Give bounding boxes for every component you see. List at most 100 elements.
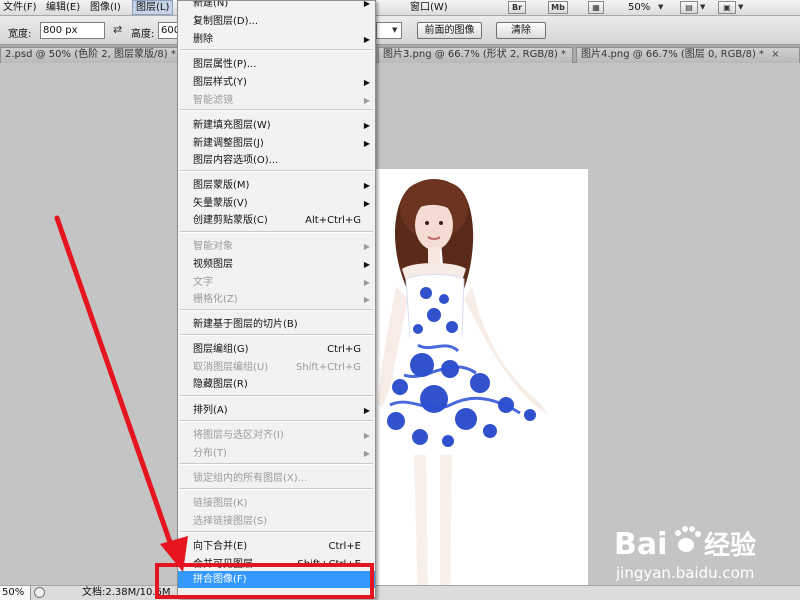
menu-item-shortcut: Shift+Ctrl+G bbox=[295, 362, 361, 373]
options-bar: 宽度: 800 px ⇄ 高度: 600 ▼ 前面的图像 清除 bbox=[0, 16, 800, 45]
menu-separator bbox=[180, 109, 373, 111]
menu-file[interactable]: 文件(F) bbox=[0, 0, 40, 15]
chevron-down-icon[interactable]: ▼ bbox=[700, 3, 705, 11]
menu-item-label: 智能对象 bbox=[193, 241, 233, 252]
layer-menu-item[interactable]: 创建剪贴蒙版(C) Alt+Ctrl+G bbox=[178, 212, 375, 229]
tab-label: 2.psd @ 50% (色阶 2, 图层蒙版/8) * bbox=[5, 49, 176, 60]
menu-item-label: 新建基于图层的切片(B) bbox=[193, 319, 298, 330]
arrange-documents-icon[interactable]: ▤ bbox=[680, 1, 698, 14]
menu-item-label: 文字 bbox=[193, 277, 213, 288]
layer-menu-item[interactable]: 图层编组(G) Ctrl+G bbox=[178, 341, 375, 358]
submenu-arrow-icon: ▶ bbox=[363, 199, 370, 208]
submenu-arrow-icon: ▶ bbox=[363, 295, 370, 304]
mini-bridge-icon[interactable]: Mb bbox=[548, 1, 568, 14]
menu-item-label: 新建填充图层(W) bbox=[193, 120, 271, 131]
menu-item-shortcut: Ctrl+E bbox=[328, 541, 362, 552]
layer-menu-item[interactable]: 删除 ▶ bbox=[178, 31, 375, 48]
document-tab[interactable]: 图片3.png @ 66.7% (形状 2, RGB/8) * × bbox=[378, 47, 573, 63]
menu-item-label: 将图层与选区对齐(I) bbox=[193, 430, 284, 441]
screen-mode-icon[interactable]: ▣ bbox=[718, 1, 736, 14]
menu-item-label: 锁定组内的所有图层(X)... bbox=[193, 473, 308, 484]
tab-label: 图片4.png @ 66.7% (图层 0, RGB/8) * bbox=[581, 49, 765, 60]
layer-menu-item[interactable]: 图层蒙版(M) ▶ bbox=[178, 177, 375, 194]
layer-menu-item: 链接图层(K) bbox=[178, 495, 375, 512]
menu-item-label: 排列(A) bbox=[193, 405, 228, 416]
view-extras-icon[interactable]: ▦ bbox=[588, 1, 604, 14]
layer-menu-item[interactable]: 图层样式(Y) ▶ bbox=[178, 74, 375, 91]
menu-item-label: 选择链接图层(S) bbox=[193, 516, 268, 527]
submenu-arrow-icon: ▶ bbox=[363, 431, 370, 440]
menu-separator bbox=[180, 334, 373, 336]
menu-image[interactable]: 图像(I) bbox=[87, 0, 124, 15]
menu-item-label: 分布(T) bbox=[193, 448, 227, 459]
chevron-down-icon[interactable]: ▼ bbox=[738, 3, 743, 11]
submenu-arrow-icon: ▶ bbox=[363, 181, 370, 190]
menu-separator bbox=[180, 420, 373, 422]
menu-item-label: 图层属性(P)... bbox=[193, 59, 257, 70]
menu-item-label: 视频图层 bbox=[193, 259, 233, 270]
menu-item-label: 复制图层(D)... bbox=[193, 16, 259, 27]
layer-menu-item[interactable]: 视频图层 ▶ bbox=[178, 256, 375, 273]
document-tab[interactable]: 图片4.png @ 66.7% (图层 0, RGB/8) * × bbox=[576, 47, 800, 63]
swap-icon[interactable]: ⇄ bbox=[113, 23, 122, 36]
menu-item-label: 链接图层(K) bbox=[193, 498, 248, 509]
submenu-arrow-icon: ▶ bbox=[363, 139, 370, 148]
submenu-arrow-icon: ▶ bbox=[363, 260, 370, 269]
zoom-level[interactable]: 50% bbox=[625, 0, 653, 15]
close-icon[interactable]: × bbox=[771, 49, 779, 60]
canvas-area[interactable] bbox=[0, 63, 800, 600]
layer-menu-item: 取消图层编组(U) Shift+Ctrl+G bbox=[178, 359, 375, 376]
menu-layer[interactable]: 图层(L) bbox=[132, 0, 174, 15]
menu-window[interactable]: 窗口(W) bbox=[407, 0, 451, 15]
layer-menu-item[interactable]: 向下合并(E) Ctrl+E bbox=[178, 538, 375, 555]
layer-menu-item: 锁定组内的所有图层(X)... bbox=[178, 470, 375, 487]
layer-menu-item[interactable]: 复制图层(D)... bbox=[178, 13, 375, 30]
submenu-arrow-icon: ▶ bbox=[363, 96, 370, 105]
layer-menu-item[interactable]: 新建调整图层(J) ▶ bbox=[178, 135, 375, 152]
menu-item-label: 新建调整图层(J) bbox=[193, 138, 264, 149]
layer-menu-item[interactable]: 图层属性(P)... bbox=[178, 56, 375, 73]
submenu-arrow-icon: ▶ bbox=[363, 278, 370, 287]
menu-item-shortcut: Alt+Ctrl+G bbox=[305, 215, 361, 226]
layer-menu-item: 文字 ▶ bbox=[178, 274, 375, 291]
menu-item-label: 矢量蒙版(V) bbox=[193, 198, 248, 209]
clear-button[interactable]: 清除 bbox=[496, 22, 546, 39]
layer-menu-item[interactable]: 排列(A) ▶ bbox=[178, 402, 375, 419]
layer-menu-item[interactable]: 新建基于图层的切片(B) bbox=[178, 316, 375, 333]
layer-menu-dropdown: 新建(N) ▶ 复制图层(D)... 删除 ▶ 图层属性(P)... 图层样式(Y) ▶ 智能滤… bbox=[177, 0, 376, 598]
menu-item-label: 新建(N) bbox=[193, 0, 229, 9]
menu-item-label: 栅格化(Z) bbox=[193, 294, 238, 305]
submenu-arrow-icon: ▶ bbox=[363, 242, 370, 251]
layer-menu-item[interactable]: 矢量蒙版(V) ▶ bbox=[178, 195, 375, 212]
front-image-button[interactable]: 前面的图像 bbox=[417, 22, 482, 39]
menu-item-shortcut: Ctrl+G bbox=[327, 344, 361, 355]
layer-menu-item[interactable]: 新建(N) ▶ bbox=[178, 0, 375, 12]
menu-separator bbox=[180, 463, 373, 465]
submenu-arrow-icon: ▶ bbox=[363, 406, 370, 415]
resolution-unit-select[interactable] bbox=[376, 22, 402, 39]
document-tab[interactable]: 2.psd @ 50% (色阶 2, 图层蒙版/8) * × bbox=[0, 47, 178, 63]
layer-menu-item[interactable]: 图层内容选项(O)... bbox=[178, 152, 375, 169]
watermark-brand-suffix: 经验 bbox=[704, 530, 756, 561]
height-label: 高度: bbox=[131, 29, 155, 40]
menu-separator bbox=[180, 395, 373, 397]
layer-menu-item: 分布(T) ▶ bbox=[178, 445, 375, 462]
menu-item-label: 删除 bbox=[193, 34, 213, 45]
menu-item-label: 向下合并(E) bbox=[193, 541, 248, 552]
chevron-down-icon[interactable]: ▼ bbox=[392, 26, 397, 34]
chevron-down-icon[interactable]: ▼ bbox=[658, 3, 663, 11]
layer-menu-item: 智能滤镜 ▶ bbox=[178, 92, 375, 109]
menu-item-label: 创建剪贴蒙版(C) bbox=[193, 215, 268, 226]
submenu-arrow-icon: ▶ bbox=[363, 121, 370, 130]
menu-separator bbox=[180, 49, 373, 51]
layer-menu-item[interactable]: 新建填充图层(W) ▶ bbox=[178, 117, 375, 134]
bridge-icon[interactable]: Br bbox=[508, 1, 526, 14]
submenu-arrow-icon: ▶ bbox=[363, 0, 370, 8]
layer-menu-item[interactable]: 隐藏图层(R) bbox=[178, 376, 375, 393]
status-zoom-field[interactable]: 50% bbox=[0, 586, 31, 600]
width-field[interactable]: 800 px bbox=[40, 22, 105, 39]
menu-item-label: 图层编组(G) bbox=[193, 344, 249, 355]
submenu-arrow-icon: ▶ bbox=[363, 449, 370, 458]
menu-edit[interactable]: 编辑(E) bbox=[43, 0, 83, 15]
status-menu-icon[interactable] bbox=[34, 587, 45, 598]
